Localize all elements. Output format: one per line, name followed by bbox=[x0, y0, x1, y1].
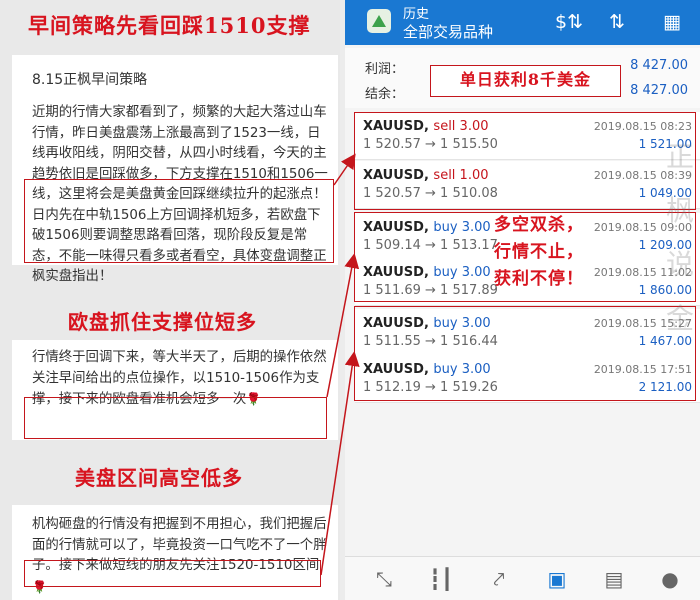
news-icon[interactable]: ▤ bbox=[589, 563, 639, 595]
highlight-box bbox=[24, 179, 334, 263]
app-bar: 历史 全部交易品种 $⇅ ⇅ ▦ bbox=[345, 0, 700, 45]
chat-icon[interactable]: ● bbox=[645, 563, 695, 595]
line-chart-icon[interactable]: ⤤ bbox=[474, 563, 524, 595]
trade-group-box bbox=[354, 112, 696, 210]
highlight-box bbox=[24, 397, 327, 439]
sort-icon[interactable]: ⇅ bbox=[609, 10, 625, 34]
trade-icon[interactable]: ⤡ bbox=[359, 563, 409, 595]
highlight-box bbox=[24, 560, 321, 587]
calendar-icon[interactable]: ▦ bbox=[663, 10, 681, 34]
balance-value: 8 427.00 bbox=[630, 83, 688, 98]
us-session-heading: 美盘区间高空低多 bbox=[75, 466, 243, 490]
trade-group-box bbox=[354, 306, 696, 401]
slogan-overlay: 多空双杀， 行情不止， 获利不停！ bbox=[494, 212, 584, 293]
europe-session-heading: 欧盘抓住支撑位短多 bbox=[68, 310, 257, 334]
morning-strategy-heading: 早间策略先看回踩1510支撑 bbox=[28, 13, 311, 38]
slogan-line: 行情不止， bbox=[494, 242, 584, 262]
account-summary: 利润： 8 427.00 结余： 8 427.00 单日获利8千美金 bbox=[345, 48, 700, 108]
bottom-navigation: ⤡ ┇┃ ⤤ ▣ ▤ ● bbox=[345, 556, 700, 600]
strategy-column: 早间策略先看回踩1510支撑 8.15正枫早间策略 近期的行情大家都看到了，频繁… bbox=[0, 0, 340, 600]
profit-label: 利润： bbox=[365, 62, 405, 77]
card-title: 8.15正枫早间策略 bbox=[32, 72, 148, 88]
inbox-icon[interactable]: ▣ bbox=[532, 563, 582, 595]
candlestick-chart-icon[interactable]: ┇┃ bbox=[416, 563, 466, 595]
app-logo-icon[interactable] bbox=[367, 9, 391, 33]
slogan-line: 多空双杀， bbox=[494, 215, 584, 235]
slogan-line: 获利不停！ bbox=[494, 269, 584, 289]
balance-label: 结余： bbox=[365, 87, 405, 102]
screen-title: 历史 bbox=[403, 7, 430, 22]
currency-exchange-icon[interactable]: $⇅ bbox=[555, 10, 583, 34]
daily-profit-banner: 单日获利8千美金 bbox=[430, 65, 621, 97]
profit-value: 8 427.00 bbox=[630, 58, 688, 73]
symbol-filter[interactable]: 全部交易品种 bbox=[403, 21, 493, 42]
watermark: 正 枫 说 金 bbox=[665, 140, 694, 335]
